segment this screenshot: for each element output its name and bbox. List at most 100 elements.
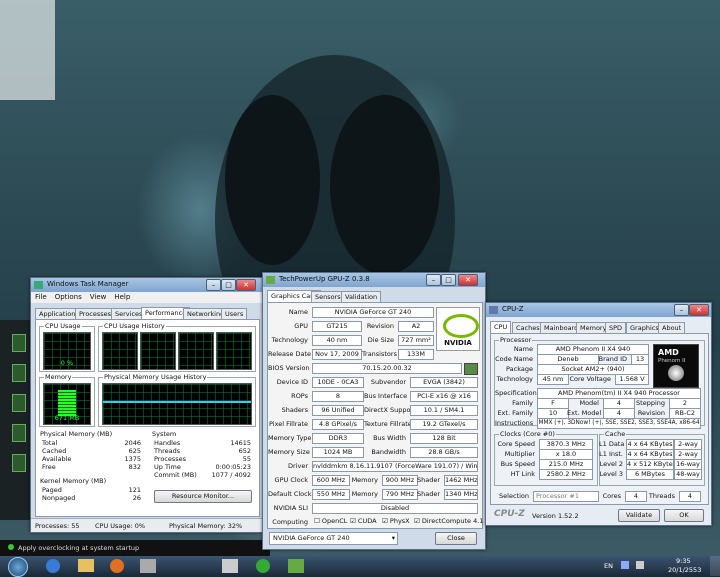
cores-field: 4 [625, 491, 647, 502]
menu-options[interactable]: Options [55, 293, 82, 301]
tab-cpu[interactable]: CPU [490, 321, 512, 333]
task-manager-titlebar[interactable]: Windows Task Manager – □ ✕ [31, 278, 264, 292]
spec-label: Specification [495, 389, 537, 397]
kernel-value: 121 [128, 486, 141, 494]
tab-sensors[interactable]: Sensors [311, 291, 345, 302]
device-id-field: 10DE - 0CA3 [312, 377, 364, 388]
tab-users[interactable]: Users [221, 308, 248, 319]
media-player-icon[interactable] [110, 559, 124, 573]
minimize-button[interactable]: – [674, 304, 689, 316]
panel-button[interactable] [12, 334, 26, 352]
maximize-button[interactable]: □ [221, 279, 236, 291]
close-button-label: Close [447, 534, 465, 542]
panel-button[interactable] [12, 364, 26, 382]
memory-type-field: DDR3 [312, 433, 364, 444]
physx-checkbox[interactable]: ☑ PhysX [382, 517, 410, 525]
task-manager-menubar: File Options View Help [31, 292, 264, 303]
opencl-checkbox[interactable]: ☐ OpenCL [314, 517, 347, 525]
field-label: Texture Fillrate [364, 420, 412, 428]
minimize-button[interactable]: – [426, 274, 441, 286]
menu-file[interactable]: File [35, 293, 47, 301]
gpu-select-dropdown[interactable]: NVIDIA GeForce GT 240 ▾ [269, 532, 398, 545]
language-indicator[interactable]: EN [604, 562, 613, 570]
tab-spd[interactable]: SPD [605, 322, 627, 333]
volume-icon[interactable] [636, 561, 644, 569]
notification-bar: Apply overclocking at system startup [0, 540, 270, 556]
close-button[interactable]: Close [435, 532, 477, 545]
validate-button[interactable]: Validate [618, 509, 660, 522]
directx-field: 10.1 / SM4.1 [410, 405, 478, 416]
field-label: Package [506, 365, 533, 373]
default-clock-field: 550 MHz [312, 489, 350, 500]
physmem-value: 832 [128, 463, 141, 471]
panel-button[interactable] [12, 454, 26, 472]
memory-size-field: 1024 MB [312, 447, 364, 458]
panel-button[interactable] [12, 424, 26, 442]
tab-about[interactable]: About [658, 322, 686, 333]
system-label: Handles [154, 439, 181, 447]
ok-button[interactable]: OK [664, 509, 704, 522]
field-label: Memory [351, 476, 378, 484]
technology-field: 45 nm [537, 374, 569, 385]
revision-field: A2 [398, 321, 434, 332]
start-button[interactable] [8, 557, 28, 577]
app-icon[interactable] [222, 559, 238, 573]
folder-icon[interactable] [78, 559, 94, 572]
wallpaper-light [0, 0, 55, 100]
field-label: Ext. Model [567, 409, 602, 417]
directcompute-checkbox[interactable]: ☑ DirectCompute 4.1 [414, 517, 483, 525]
field-label: Memory Type [268, 434, 312, 442]
field-label: Brand ID [598, 355, 627, 363]
panel-button[interactable] [12, 394, 26, 412]
status-cpu: CPU Usage: 0% [95, 522, 146, 530]
cpuz-titlebar[interactable]: CPU-Z – ✕ [486, 303, 711, 317]
cpuz-tabs: CPU Caches Mainboard Memory SPD Graphics… [490, 321, 707, 333]
resource-monitor-button[interactable]: Resource Monitor... [154, 490, 252, 503]
maximize-button[interactable]: □ [441, 274, 456, 286]
kernel-title: Kernel Memory (MB) [40, 477, 107, 485]
memory-label: Memory [44, 373, 73, 381]
close-button[interactable]: ✕ [458, 274, 478, 286]
physmem-value: 1375 [124, 455, 141, 463]
app-icon[interactable] [256, 559, 270, 573]
bus-width-field: 128 Bit [410, 433, 478, 444]
phenom-logo-icon [668, 365, 684, 381]
cpu-usage-box: CPU Usage 0 % [39, 322, 95, 372]
minimize-button[interactable]: – [206, 279, 221, 291]
memory-history-graph [102, 383, 252, 425]
memory-meter: 671 MB [43, 383, 91, 425]
transistors-field: 133M [398, 349, 434, 360]
close-button[interactable]: ✕ [236, 279, 256, 291]
status-processes: Processes: 55 [35, 522, 80, 530]
field-label: Die Size [367, 336, 394, 344]
show-desktop-button[interactable] [710, 556, 720, 576]
tab-processes[interactable]: Processes [75, 308, 116, 319]
bios-save-icon[interactable] [464, 363, 478, 375]
gpuz-taskbar-icon[interactable] [288, 559, 304, 573]
field-label: Revision [366, 322, 394, 330]
selection-label: Selection [499, 492, 529, 500]
field-label: Device ID [276, 378, 308, 386]
field-label: Bus Interface [364, 392, 408, 400]
status-bar: Processes: 55 CPU Usage: 0% Physical Mem… [31, 518, 264, 532]
tab-caches[interactable]: Caches [512, 322, 544, 333]
memory-history-label: Physical Memory Usage History [103, 373, 208, 381]
shaders-field: 96 Unified [312, 405, 364, 416]
field-label: Ext. Family [497, 409, 533, 417]
system-value: 0:00:05:23 [215, 463, 251, 471]
menu-view[interactable]: View [90, 293, 107, 301]
threads-label: Threads [648, 492, 675, 500]
processor-select-dropdown[interactable]: Processor #1 [533, 491, 599, 502]
tab-validation[interactable]: Validation [341, 291, 382, 302]
close-button[interactable]: ✕ [689, 304, 709, 316]
clock-date[interactable]: 20/1/2553 [668, 566, 701, 574]
app-icon[interactable] [140, 559, 156, 573]
resource-monitor-label: Resource Monitor... [171, 492, 235, 500]
clock-time[interactable]: 9:35 [676, 557, 691, 565]
cuda-checkbox[interactable]: ☑ CUDA [350, 517, 377, 525]
cpu-history-graph-core4 [216, 332, 252, 370]
network-icon[interactable] [621, 561, 629, 569]
menu-help[interactable]: Help [114, 293, 130, 301]
gpuz-titlebar[interactable]: TechPowerUp GPU-Z 0.3.8 – □ ✕ [263, 273, 485, 287]
internet-explorer-icon[interactable] [46, 559, 60, 573]
